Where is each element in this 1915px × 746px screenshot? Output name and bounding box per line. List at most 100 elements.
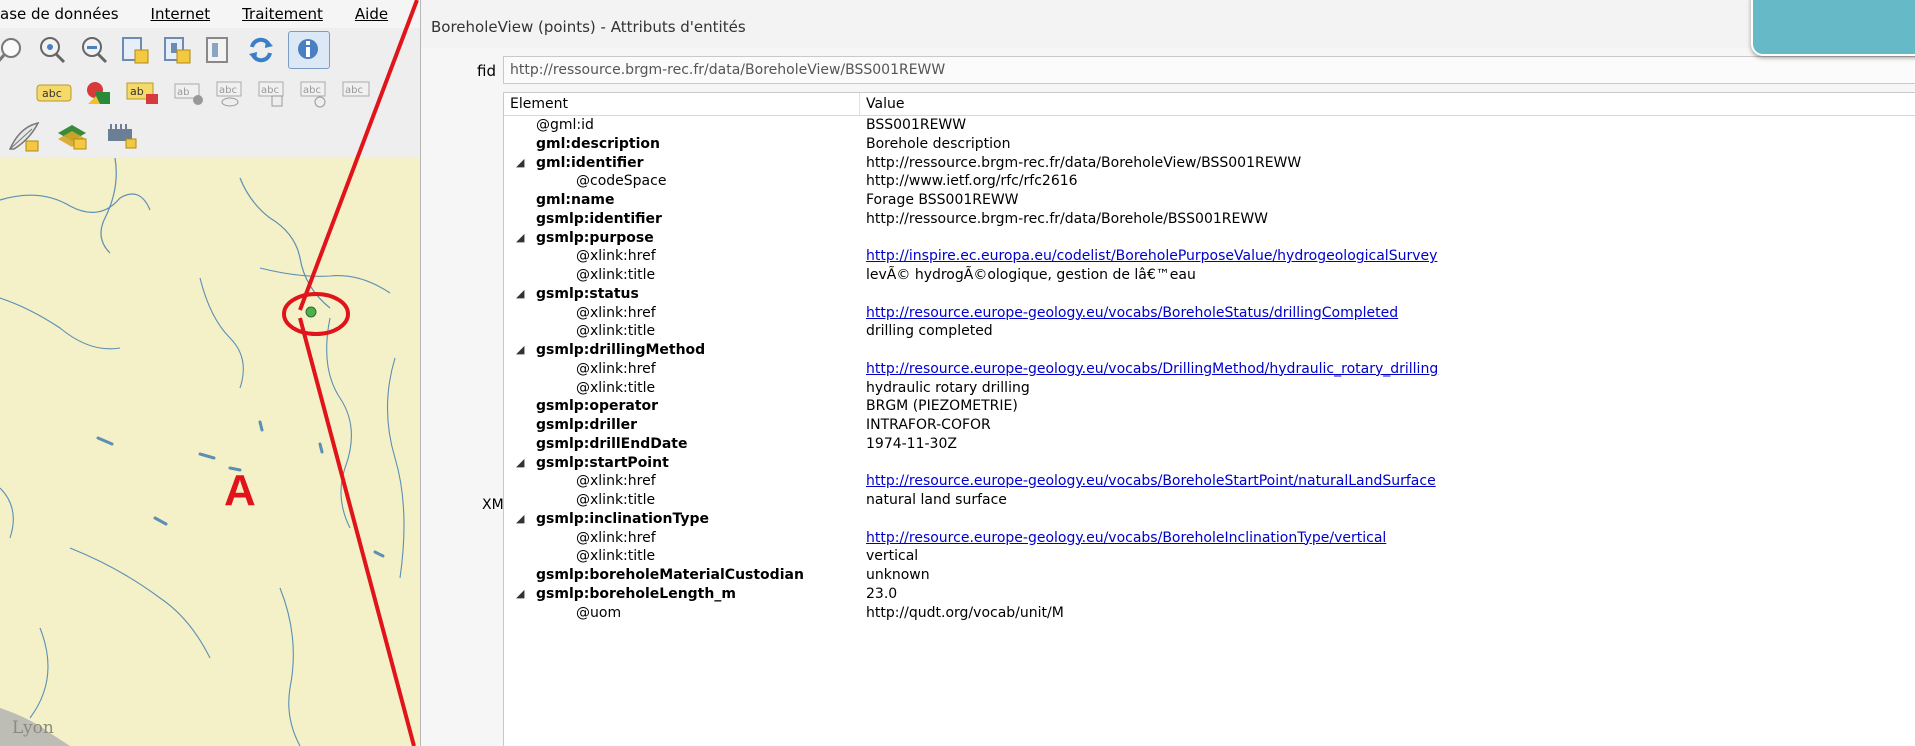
tree-row[interactable]: @xlink:title vertical: [504, 547, 1915, 566]
menu-help[interactable]: Aide: [353, 5, 390, 23]
menu-internet[interactable]: Internet: [149, 5, 213, 23]
expand-arrow-icon[interactable]: ◢: [516, 341, 524, 360]
tree-row[interactable]: @codeSpace http://www.ietf.org/rfc/rfc261…: [504, 172, 1915, 191]
element-name: gsmlp:drillEndDate: [536, 435, 688, 452]
tree-row[interactable]: ◢ gsmlp:inclinationType: [504, 510, 1915, 529]
tree-row-element: ◢ gsmlp:startPoint: [504, 454, 860, 473]
element-value: [860, 510, 866, 529]
tree-row[interactable]: @xlink:href http://resource.europe-geolog…: [504, 360, 1915, 379]
tree-row-element: @uom: [504, 604, 860, 623]
tree-row[interactable]: gsmlp:drillEndDate 1974-11-30Z: [504, 435, 1915, 454]
change-label-icon[interactable]: abc: [342, 78, 372, 108]
tree-row[interactable]: gsmlp:driller INTRAFOR-COFOR: [504, 416, 1915, 435]
tree-row[interactable]: @xlink:title hydraulic rotary drilling: [504, 379, 1915, 398]
tree-row-element: @xlink:title: [504, 322, 860, 341]
tree-row[interactable]: gsmlp:operator BRGM (PIEZOMETRIE): [504, 397, 1915, 416]
tree-row[interactable]: gsmlp:identifier http://ressource.brgm-re…: [504, 210, 1915, 229]
menu-processing[interactable]: Traitement: [240, 5, 325, 23]
svg-text:ab: ab: [130, 85, 144, 98]
show-hide-labels-icon[interactable]: abc: [216, 78, 246, 108]
expand-arrow-icon[interactable]: ◢: [516, 285, 524, 304]
element-name: gsmlp:inclinationType: [536, 510, 710, 527]
element-value: levÃ© hydrogÃ©ologique, gestion de lâ€™e…: [866, 267, 1196, 283]
identify-features-icon[interactable]: [288, 31, 330, 69]
refresh-icon[interactable]: [246, 35, 276, 65]
tree-row[interactable]: @uom http://qudt.org/vocab/unit/M: [504, 604, 1915, 623]
menu-database[interactable]: ase de données: [0, 5, 121, 23]
layer-diagram-icon[interactable]: [84, 78, 114, 108]
label-toolbar: abc ab ab abc abc abc abc: [0, 72, 420, 115]
tree-row[interactable]: ◢ gsmlp:purpose: [504, 229, 1915, 248]
element-name: @xlink:href: [576, 360, 656, 377]
expand-arrow-icon[interactable]: ◢: [516, 510, 524, 529]
element-name: gsmlp:startPoint: [536, 454, 669, 471]
zoom-last-icon[interactable]: [204, 35, 234, 65]
tree-row-element: @xlink:title: [504, 547, 860, 566]
element-value: http://qudt.org/vocab/unit/M: [866, 604, 1064, 621]
tree-row[interactable]: ◢ gsmlp:startPoint: [504, 454, 1915, 473]
zoom-selection-icon[interactable]: [162, 35, 192, 65]
value-link[interactable]: http://resource.europe-geology.eu/vocabs…: [860, 472, 1436, 491]
map-canvas[interactable]: A Lyon: [0, 158, 420, 746]
value-link[interactable]: http://inspire.ec.europa.eu/codelist/Bor…: [860, 247, 1437, 266]
column-header-element[interactable]: Element: [504, 93, 860, 115]
add-vector-layer-icon[interactable]: [54, 121, 90, 151]
zoom-layer-icon[interactable]: [120, 35, 150, 65]
label-icon[interactable]: abc: [36, 78, 72, 108]
value-link[interactable]: http://resource.europe-geology.eu/vocabs…: [860, 304, 1398, 323]
svg-text:ab: ab: [177, 87, 189, 98]
tree-row[interactable]: @xlink:href http://resource.europe-geolog…: [504, 472, 1915, 491]
tree-row[interactable]: @gml:id BSS001REWW: [504, 116, 1915, 135]
tree-row[interactable]: gml:description Borehole description: [504, 135, 1915, 154]
tree-row-element: @xlink:href: [504, 360, 860, 379]
tree-row[interactable]: ◢ gsmlp:drillingMethod: [504, 341, 1915, 360]
tree-row[interactable]: ◢ gml:identifier http://ressource.brgm-rec…: [504, 154, 1915, 173]
element-value: 23.0: [866, 585, 898, 602]
tree-row[interactable]: ◢ gsmlp:status: [504, 285, 1915, 304]
tree-row[interactable]: @xlink:title drilling completed: [504, 322, 1915, 341]
tree-row[interactable]: @xlink:title levÃ© hydrogÃ©ologique, gest…: [504, 266, 1915, 285]
expand-arrow-icon[interactable]: ◢: [516, 154, 524, 173]
rotate-label-icon[interactable]: abc: [300, 78, 330, 108]
tree-row-element: ◢ gml:identifier: [504, 154, 860, 173]
tree-row[interactable]: @xlink:href http://resource.europe-geolog…: [504, 304, 1915, 323]
element-name: @xlink:href: [576, 529, 656, 546]
qgis-main-window: ase de données Internet Traitement Aide: [0, 0, 420, 746]
element-value: vertical: [866, 548, 919, 565]
zoom-in-icon[interactable]: [36, 35, 66, 65]
pin-labels-icon[interactable]: ab: [174, 78, 204, 108]
element-name: gsmlp:status: [536, 285, 639, 302]
value-link[interactable]: http://resource.europe-geology.eu/vocabs…: [860, 360, 1438, 379]
element-value: unknown: [866, 567, 930, 583]
pan-map-icon[interactable]: [0, 35, 24, 65]
value-link[interactable]: http://resource.europe-geology.eu/vocabs…: [860, 529, 1386, 548]
element-name: gsmlp:drillingMethod: [536, 342, 706, 358]
element-name: gsmlp:operator: [536, 398, 659, 415]
expand-arrow-icon[interactable]: ◢: [516, 229, 524, 248]
expand-arrow-icon[interactable]: ◢: [516, 585, 524, 604]
element-value: natural land surface: [866, 492, 1007, 508]
tree-row[interactable]: ◢ gsmlp:boreholeLength_m 23.0: [504, 585, 1915, 604]
label-highlight-icon[interactable]: ab: [126, 78, 162, 108]
fid-field[interactable]: http://ressource.brgm-rec.fr/data/Boreho…: [503, 56, 1915, 84]
tree-row-element: ◢ gsmlp:drillingMethod: [504, 341, 860, 360]
tree-row[interactable]: @xlink:href http://resource.europe-geolog…: [504, 529, 1915, 548]
tree-row-element: @xlink:href: [504, 304, 860, 323]
tree-row[interactable]: gml:name Forage BSS001REWW: [504, 191, 1915, 210]
add-raster-layer-icon[interactable]: [102, 121, 138, 151]
tree-row[interactable]: @xlink:href http://inspire.ec.europa.eu/c…: [504, 247, 1915, 266]
move-label-icon[interactable]: abc: [258, 78, 288, 108]
tree-row-element: @xlink:href: [504, 472, 860, 491]
tree-row[interactable]: gsmlp:boreholeMaterialCustodian unknown: [504, 566, 1915, 585]
tree-row[interactable]: @xlink:title natural land surface: [504, 491, 1915, 510]
tree-row-element: ◢ gsmlp:inclinationType: [504, 510, 860, 529]
digitize-feather-icon[interactable]: [6, 121, 42, 152]
map-features: [0, 158, 405, 746]
expand-arrow-icon[interactable]: ◢: [516, 454, 524, 473]
zoom-out-icon[interactable]: [78, 35, 108, 65]
element-name: gsmlp:boreholeLength_m: [536, 585, 736, 602]
column-header-value[interactable]: Value: [860, 93, 904, 115]
xml-tree-view[interactable]: Element Value @gml:id BSS001REWW gml:descr…: [503, 92, 1915, 746]
tree-row-element: ◢ gsmlp:status: [504, 285, 860, 304]
element-name: gsmlp:boreholeMaterialCustodian: [536, 567, 804, 583]
